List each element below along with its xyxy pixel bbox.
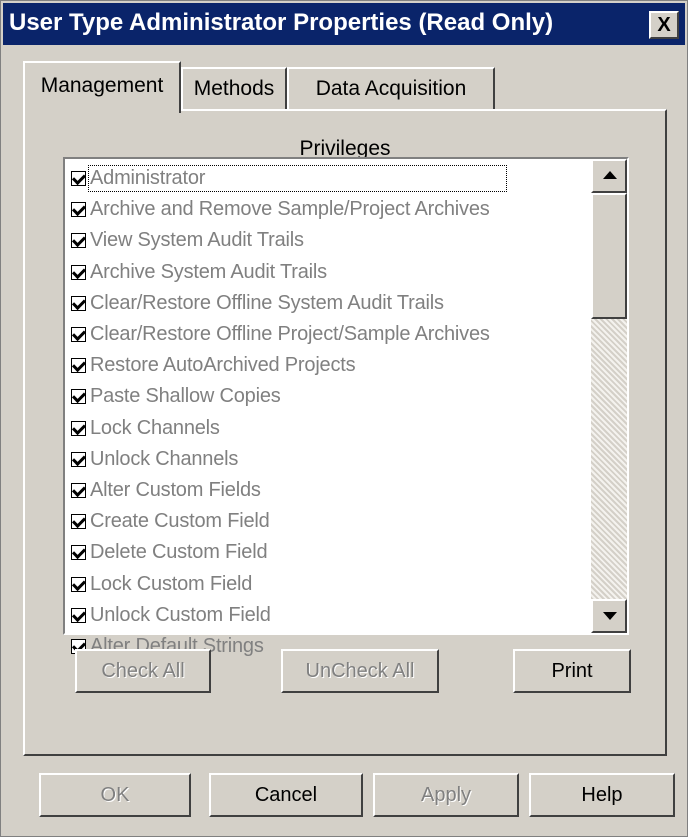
privilege-checkbox[interactable] <box>71 202 86 218</box>
check-all-button[interactable]: Check All <box>75 649 211 693</box>
privilege-checkbox[interactable] <box>71 545 86 561</box>
privilege-checkbox[interactable] <box>71 514 86 530</box>
privilege-checkbox[interactable] <box>71 389 86 405</box>
privilege-label: Administrator <box>87 165 508 193</box>
arrow-down-icon <box>603 612 617 620</box>
privilege-checkbox[interactable] <box>71 482 86 498</box>
privilege-item[interactable]: Unlock Channels <box>71 444 583 475</box>
privilege-item[interactable]: Unlock Custom Field <box>71 600 583 631</box>
tab-management[interactable]: Management <box>23 61 181 113</box>
privilege-item[interactable]: Alter Custom Fields <box>71 475 583 506</box>
close-icon: X <box>657 14 671 36</box>
scroll-up-button[interactable] <box>591 159 627 193</box>
privilege-item[interactable]: Paste Shallow Copies <box>71 381 583 412</box>
privilege-label: Lock Custom Field <box>90 572 253 595</box>
privilege-item[interactable]: Create Custom Field <box>71 506 583 537</box>
privilege-label: Create Custom Field <box>90 510 270 533</box>
privilege-label: Unlock Channels <box>90 447 239 470</box>
privilege-checkbox[interactable] <box>71 576 86 592</box>
privilege-label: Unlock Custom Field <box>90 603 271 626</box>
privileges-list[interactable]: Administrator Archive and Remove Sample/P… <box>63 157 629 657</box>
privilege-item[interactable]: Restore AutoArchived Projects <box>71 350 583 381</box>
apply-button[interactable]: Apply <box>373 773 519 817</box>
help-button[interactable]: Help <box>529 773 675 817</box>
privilege-item[interactable]: Lock Custom Field <box>71 568 583 599</box>
privilege-checkbox[interactable] <box>71 264 86 280</box>
uncheck-all-button[interactable]: UnCheck All <box>281 649 439 693</box>
management-tab-panel: Privileges Administrator Archive and Remo… <box>23 109 667 756</box>
title-bar: User Type Administrator Properties (Read… <box>3 3 685 45</box>
dialog-title: User Type Administrator Properties (Read… <box>9 9 554 36</box>
cancel-button[interactable]: Cancel <box>209 773 363 817</box>
privilege-checkbox[interactable] <box>71 420 86 436</box>
privilege-label: Archive and Remove Sample/Project Archiv… <box>90 198 490 221</box>
scroll-thumb[interactable] <box>591 193 627 319</box>
privilege-item[interactable]: Clear/Restore Offline System Audit Trail… <box>71 288 583 319</box>
scroll-down-button[interactable] <box>591 599 627 633</box>
privilege-label: Clear/Restore Offline System Audit Trail… <box>90 291 444 314</box>
privilege-label: Delete Custom Field <box>90 541 268 564</box>
privilege-checkbox[interactable] <box>71 295 86 311</box>
privilege-item[interactable]: Delete Custom Field <box>71 537 583 568</box>
privilege-checkbox[interactable] <box>71 607 86 623</box>
privilege-label: Paste Shallow Copies <box>90 385 281 408</box>
privilege-checkbox[interactable] <box>71 327 86 343</box>
privilege-label: Restore AutoArchived Projects <box>90 354 356 377</box>
privilege-checkbox[interactable] <box>71 358 86 374</box>
privilege-item[interactable]: View System Audit Trails <box>71 225 583 256</box>
close-button[interactable]: X <box>649 11 679 39</box>
properties-dialog: User Type Administrator Properties (Read… <box>0 0 688 837</box>
privilege-item[interactable]: Archive and Remove Sample/Project Archiv… <box>71 194 583 225</box>
tab-data-acquisition[interactable]: Data Acquisition <box>287 67 495 111</box>
tab-methods[interactable]: Methods <box>181 67 287 111</box>
privilege-item[interactable]: Administrator <box>71 163 583 194</box>
privilege-label: Clear/Restore Offline Project/Sample Arc… <box>90 323 490 346</box>
privilege-label: Lock Channels <box>90 416 220 439</box>
privilege-label: View System Audit Trails <box>90 229 304 252</box>
privilege-checkbox[interactable] <box>71 451 86 467</box>
privilege-checkbox[interactable] <box>71 233 86 249</box>
vertical-scrollbar[interactable] <box>591 159 627 633</box>
privilege-item[interactable]: Clear/Restore Offline Project/Sample Arc… <box>71 319 583 350</box>
privilege-label: Archive System Audit Trails <box>90 260 327 283</box>
ok-button[interactable]: OK <box>39 773 191 817</box>
print-button[interactable]: Print <box>513 649 631 693</box>
privilege-item[interactable]: Lock Channels <box>71 413 583 444</box>
privileges-list-items: Administrator Archive and Remove Sample/P… <box>71 163 583 662</box>
privilege-label: Alter Custom Fields <box>90 478 261 501</box>
privilege-checkbox[interactable] <box>71 171 86 187</box>
privilege-item[interactable]: Archive System Audit Trails <box>71 257 583 288</box>
arrow-up-icon <box>603 171 617 179</box>
